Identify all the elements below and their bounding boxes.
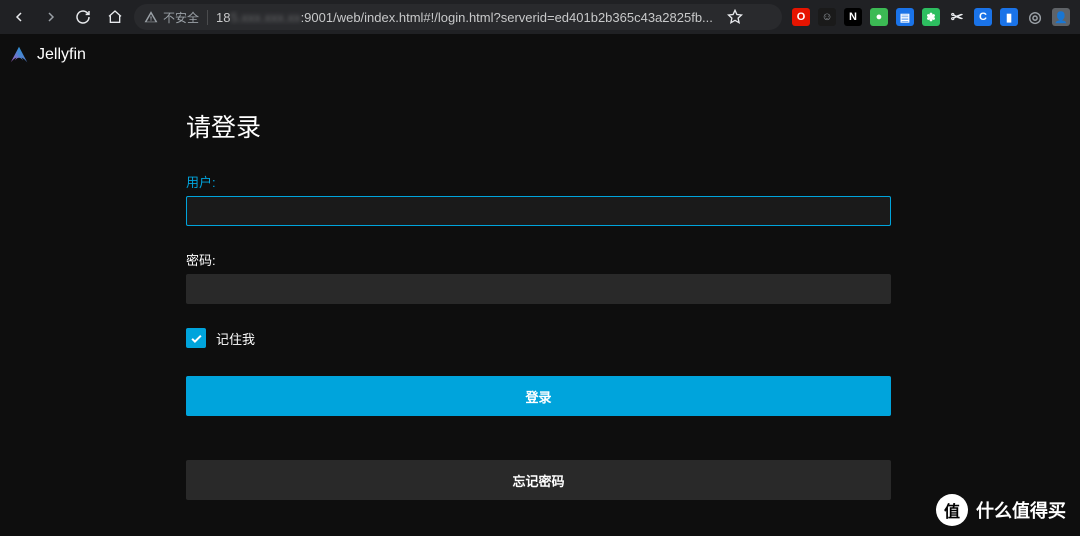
forgot-password-button[interactable]: 忘记密码 xyxy=(186,460,891,500)
password-field-group: 密码: xyxy=(186,250,891,304)
nav-home-button[interactable] xyxy=(102,4,128,30)
app-header: Jellyfin xyxy=(0,34,1080,76)
jellyfin-logo-icon xyxy=(8,44,30,66)
check-icon xyxy=(189,331,204,346)
username-input[interactable] xyxy=(186,196,891,226)
not-secure-label: 不安全 xyxy=(163,9,199,26)
url-text: 185.xxx.xxx.xx:9001/web/index.html#!/log… xyxy=(216,10,713,25)
ext-n2-icon[interactable]: ▮ xyxy=(1000,8,1018,26)
remember-me-label: 记住我 xyxy=(216,329,255,348)
ext-c-icon[interactable]: C xyxy=(974,8,992,26)
username-label: 用户: xyxy=(186,172,891,191)
smzdm-badge-icon: 值 xyxy=(936,494,968,526)
nav-back-button[interactable] xyxy=(6,4,32,30)
ext-face-icon[interactable]: ☺ xyxy=(818,8,836,26)
main-content: 请登录 用户: 密码: 记住我 登录 忘记密码 xyxy=(0,76,1080,500)
ext-avatar-icon[interactable]: 👤 xyxy=(1052,8,1070,26)
login-form: 请登录 用户: 密码: 记住我 登录 忘记密码 xyxy=(186,108,891,500)
nav-forward-button[interactable] xyxy=(38,4,64,30)
ext-n1-icon[interactable]: N xyxy=(844,8,862,26)
jellyfin-logo[interactable]: Jellyfin xyxy=(8,44,86,66)
login-button-label: 登录 xyxy=(525,387,551,406)
password-label: 密码: xyxy=(186,250,891,269)
nav-reload-button[interactable] xyxy=(70,4,96,30)
ext-green-icon[interactable]: ● xyxy=(870,8,888,26)
smzdm-text: 什么值得买 xyxy=(976,497,1066,523)
password-input[interactable] xyxy=(186,274,891,304)
remember-me-checkbox[interactable] xyxy=(186,328,206,348)
ext-cut-icon[interactable]: ✂ xyxy=(948,8,966,26)
address-separator xyxy=(207,10,208,25)
login-title: 请登录 xyxy=(186,108,891,144)
warning-icon xyxy=(144,10,158,24)
smzdm-watermark: 值 什么值得买 xyxy=(936,494,1066,526)
brand-name: Jellyfin xyxy=(37,46,86,64)
ext-target-icon[interactable]: ◎ xyxy=(1026,8,1044,26)
ext-o-icon[interactable]: O xyxy=(792,8,810,26)
ext-evernote-icon[interactable]: ✽ xyxy=(922,8,940,26)
not-secure-indicator: 不安全 xyxy=(144,9,199,26)
username-field-group: 用户: xyxy=(186,172,891,226)
browser-toolbar: 不安全 185.xxx.xxx.xx:9001/web/index.html#!… xyxy=(0,0,1080,34)
extension-icons: O ☺ N ● ▤ ✽ ✂ C ▮ ◎ 👤 xyxy=(788,8,1074,26)
forgot-password-label: 忘记密码 xyxy=(512,471,564,490)
login-button[interactable]: 登录 xyxy=(186,376,891,416)
bookmark-star-icon[interactable] xyxy=(725,7,745,27)
address-bar[interactable]: 不安全 185.xxx.xxx.xx:9001/web/index.html#!… xyxy=(134,4,782,30)
ext-doc-icon[interactable]: ▤ xyxy=(896,8,914,26)
remember-me-row[interactable]: 记住我 xyxy=(186,328,891,348)
